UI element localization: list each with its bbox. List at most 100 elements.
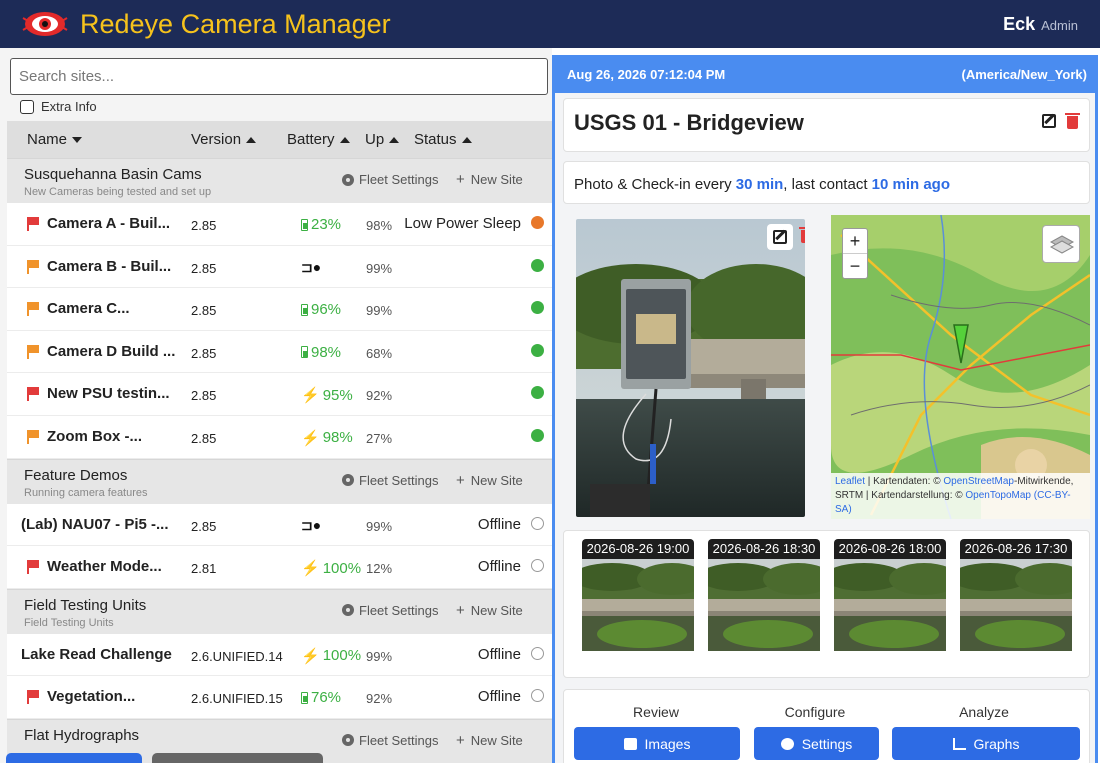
gear-icon (342, 604, 354, 617)
extra-info-toggle[interactable]: Extra Info (20, 99, 97, 114)
osm-link[interactable]: OpenStreetMap (943, 476, 1014, 487)
thumbnail-picture (708, 559, 820, 651)
site-row[interactable]: (Lab) NAU07 - Pi5 -... 2.85 ⊐● 99% Offli… (7, 503, 552, 547)
thumbnail-image (834, 559, 946, 651)
sort-asc-icon (461, 136, 472, 143)
fleet-settings-button[interactable]: Fleet Settings (342, 733, 439, 748)
charging-bolt-icon: ⚡ (301, 429, 320, 447)
edit-icon[interactable] (1042, 114, 1056, 128)
detail-header: Aug 26, 2026 07:12:04 PM (America/New_Yo… (555, 55, 1095, 93)
site-row[interactable]: Camera C... 2.85 96% 99% (7, 288, 552, 331)
review-label: Review (633, 704, 679, 720)
site-version: 2.85 (191, 518, 217, 534)
site-version: 2.85 (191, 345, 217, 361)
fleet-settings-label: Fleet Settings (359, 602, 439, 618)
site-uptime: 92% (366, 691, 393, 707)
group-title: Susquehanna Basin Cams (24, 166, 202, 183)
images-button[interactable]: Images (574, 727, 740, 760)
redeye-logo-icon[interactable] (22, 8, 68, 40)
leaflet-link[interactable]: Leaflet (835, 476, 865, 487)
zoom-in-button[interactable]: + (843, 229, 867, 254)
battery-value: 95% (322, 386, 353, 404)
battery-value: 100% (322, 559, 362, 577)
group-title: Flat Hydrographs (24, 726, 140, 744)
delete-icon[interactable] (1065, 113, 1080, 129)
column-label: Up (365, 131, 385, 148)
new-site-button[interactable]: + New Site (456, 733, 523, 748)
map-layers-button[interactable] (1042, 225, 1080, 263)
column-header-name[interactable]: Name (27, 131, 83, 148)
actions-card: Review Configure Analyze Images Settings… (563, 689, 1090, 763)
battery-icon (301, 691, 308, 704)
user-menu[interactable]: Eck Admin (1003, 14, 1078, 35)
site-status: Low Power Sleep (404, 215, 521, 232)
charging-bolt-icon: ⚡ (301, 560, 320, 578)
analyze-label: Analyze (959, 704, 1009, 720)
map-attribution: Leaflet | Kartendaten: © OpenStreetMap-M… (831, 473, 1090, 519)
column-header-status[interactable]: Status (414, 131, 472, 148)
search-input[interactable] (10, 58, 548, 95)
battery-value: 23% (311, 216, 342, 233)
charging-bolt-icon: ⚡ (301, 387, 320, 405)
charging-bolt-icon: ⚡ (301, 647, 320, 665)
site-row[interactable]: Lake Read Challenge 2.6.UNIFIED.14 ⚡ 100%… (7, 633, 552, 677)
site-version: 2.85 (191, 218, 217, 233)
photo-delete-icon[interactable] (799, 227, 805, 243)
site-row[interactable]: Camera A - Buil... 2.85 23% 98% Low Powe… (7, 203, 552, 246)
photo-edit-button[interactable] (767, 224, 793, 250)
site-row[interactable]: Camera D Build ... 2.85 98% 68% (7, 330, 552, 374)
site-row[interactable]: Weather Mode... 2.81 ⚡ 100% 12% Offline (7, 546, 552, 589)
site-uptime: 98% (366, 218, 393, 233)
column-header-version[interactable]: Version (191, 131, 257, 148)
map-zoom-control: + − (842, 228, 868, 279)
site-row[interactable]: Camera B - Buil... 2.85 ⊐● 99% (7, 245, 552, 289)
thumbnail[interactable]: 2026-08-26 18:00 (834, 539, 946, 651)
site-row[interactable]: Vegetation... 2.6.UNIFIED.15 76% 92% Off… (7, 676, 552, 719)
site-battery: ⚡ 98% (301, 429, 353, 447)
site-battery: ⚡ 100% (301, 559, 362, 578)
new-site-label: New Site (470, 172, 523, 187)
new-site-button[interactable]: + New Site (456, 603, 523, 618)
schedule-text: Photo & Check-in every 30 min, last cont… (574, 176, 950, 193)
zoom-out-button[interactable]: − (843, 254, 867, 278)
column-header-battery[interactable]: Battery (287, 131, 350, 148)
graphs-button[interactable]: Graphs (892, 727, 1080, 760)
flag-icon (27, 259, 39, 274)
site-row[interactable]: New PSU testin... 2.85 ⚡ 95% 92% (7, 373, 552, 416)
latest-photo-image (576, 219, 805, 517)
gear-icon (342, 474, 354, 487)
latest-photo[interactable] (576, 219, 805, 517)
settings-button[interactable]: Settings (754, 727, 879, 760)
site-map[interactable]: + − Leaflet | Kartendaten: © OpenStreetM… (831, 215, 1090, 519)
app-title[interactable]: Redeye Camera Manager (80, 9, 391, 40)
site-name: Camera C... (47, 300, 130, 318)
gear-icon (342, 734, 354, 747)
site-groups: Susquehanna Basin Cams New Cameras being… (7, 158, 552, 763)
site-battery: ⚡ 95% (301, 386, 353, 405)
thumbnail[interactable]: 2026-08-26 18:30 (708, 539, 820, 651)
battery-value: 100% (322, 647, 362, 665)
thumbnail[interactable]: 2026-08-26 19:00 (582, 539, 694, 651)
site-group-header: Susquehanna Basin Cams New Cameras being… (7, 158, 552, 203)
site-title-card: USGS 01 - Bridgeview (563, 98, 1090, 152)
site-version: 2.85 (191, 260, 217, 276)
bottom-secondary-button[interactable] (152, 753, 323, 763)
column-header-up[interactable]: Up (365, 131, 400, 148)
extra-info-checkbox[interactable] (20, 99, 34, 114)
site-list-panel: Extra Info Name Version Battery Up Statu… (0, 48, 552, 763)
fleet-settings-button[interactable]: Fleet Settings (342, 473, 439, 488)
fleet-settings-button[interactable]: Fleet Settings (342, 172, 439, 187)
flag-icon (27, 217, 39, 231)
fleet-settings-button[interactable]: Fleet Settings (342, 603, 439, 618)
site-row[interactable]: Zoom Box -... 2.85 ⚡ 98% 27% (7, 415, 552, 459)
group-title: Feature Demos (24, 466, 128, 484)
bottom-primary-button[interactable] (6, 753, 142, 763)
site-name: Camera D Build ... (47, 342, 176, 360)
site-version: 2.85 (191, 303, 217, 319)
group-subtitle: New Cameras being tested and set up (24, 186, 212, 198)
new-site-button[interactable]: + New Site (456, 473, 523, 488)
plus-icon: + (456, 731, 465, 749)
new-site-button[interactable]: + New Site (456, 172, 523, 187)
thumbnail[interactable]: 2026-08-26 17:30 (960, 539, 1072, 651)
site-uptime: 68% (366, 345, 393, 361)
